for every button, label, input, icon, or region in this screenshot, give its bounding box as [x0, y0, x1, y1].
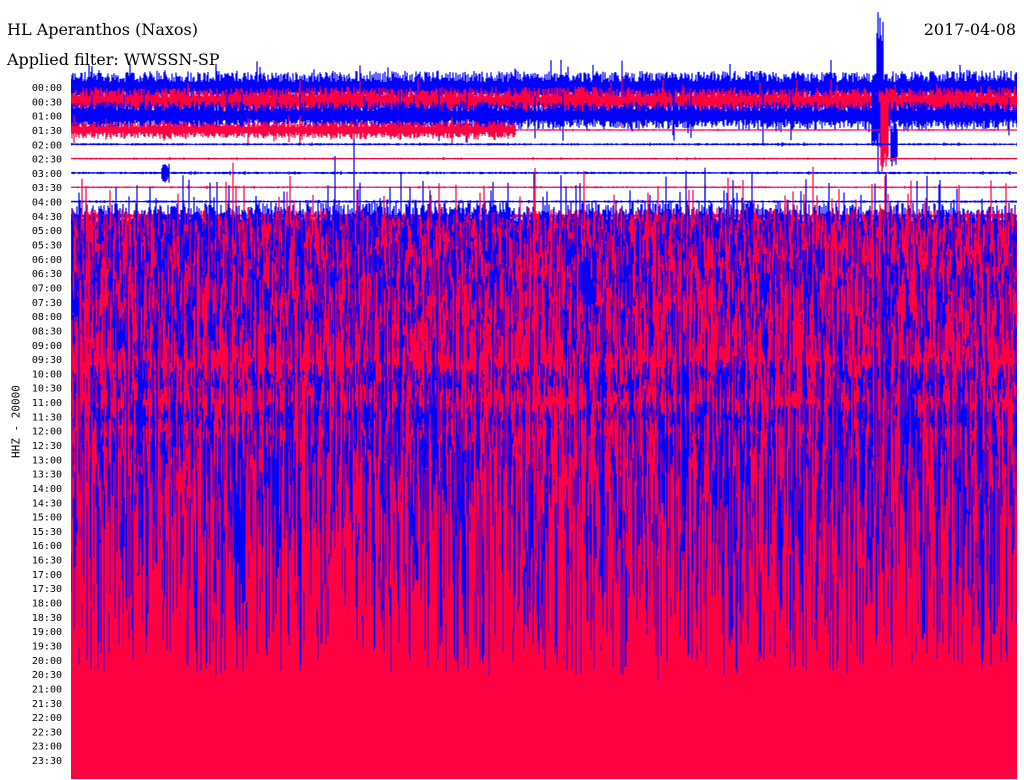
- row-time-label: 07:30: [32, 298, 62, 309]
- row-time-label: 17:00: [32, 570, 62, 581]
- row-time-label: 02:00: [32, 140, 62, 151]
- row-time-label: 21:00: [32, 684, 62, 695]
- row-time-label: 00:00: [32, 83, 62, 94]
- row-time-label: 18:00: [32, 599, 62, 610]
- row-time-label: 22:00: [32, 713, 62, 724]
- row-time-label: 01:30: [32, 126, 62, 137]
- row-time-label: 13:00: [32, 455, 62, 466]
- row-time-label: 19:30: [32, 641, 62, 652]
- row-time-label: 13:30: [32, 470, 62, 481]
- row-time-label: 21:30: [32, 699, 62, 710]
- row-time-label: 18:30: [32, 613, 62, 624]
- row-time-label: 00:30: [32, 97, 62, 108]
- row-time-label: 10:00: [32, 369, 62, 380]
- row-time-label: 16:00: [32, 541, 62, 552]
- row-time-label: 22:30: [32, 727, 62, 738]
- row-time-label: 10:30: [32, 384, 62, 395]
- row-time-label: 09:00: [32, 341, 62, 352]
- row-time-label: 05:00: [32, 226, 62, 237]
- row-time-label: 02:30: [32, 155, 62, 166]
- row-time-label: 17:30: [32, 584, 62, 595]
- row-time-label: 16:30: [32, 556, 62, 567]
- row-time-label: 03:30: [32, 183, 62, 194]
- row-time-label: 12:30: [32, 441, 62, 452]
- row-time-label: 15:00: [32, 513, 62, 524]
- row-time-label: 14:00: [32, 484, 62, 495]
- row-time-label: 08:30: [32, 326, 62, 337]
- row-time-label: 15:30: [32, 527, 62, 538]
- y-axis-label: HHZ - 20000: [9, 385, 23, 458]
- row-time-label: 14:30: [32, 498, 62, 509]
- row-time-label: 11:30: [32, 412, 62, 423]
- row-time-label: 11:00: [32, 398, 62, 409]
- row-time-label: 05:30: [32, 241, 62, 252]
- row-time-label: 23:30: [32, 756, 62, 767]
- row-time-label: 19:00: [32, 627, 62, 638]
- row-time-label: 06:30: [32, 269, 62, 280]
- row-time-label: 20:00: [32, 656, 62, 667]
- trace-row-0230: [71, 157, 1017, 161]
- helicorder-plot: 00:00 00:30 01:00 01:30 02:00 02:30 03:00 03:30…: [32, 12, 1017, 779]
- row-time-label: 04:00: [32, 198, 62, 209]
- row-time-label: 03:00: [32, 169, 62, 180]
- row-time-label: 08:00: [32, 312, 62, 323]
- row-time-label: 23:00: [32, 742, 62, 753]
- row-time-label: 06:00: [32, 255, 62, 266]
- row-time-label: 12:00: [32, 427, 62, 438]
- row-time-label: 07:00: [32, 283, 62, 294]
- trace-row-0300: [71, 163, 1017, 183]
- filter-label: Applied filter: WWSSN-SP: [7, 50, 220, 69]
- row-time-label: 01:00: [32, 112, 62, 123]
- row-time-label: 20:30: [32, 670, 62, 681]
- row-time-label: 04:30: [32, 212, 62, 223]
- row-time-label: 09:30: [32, 355, 62, 366]
